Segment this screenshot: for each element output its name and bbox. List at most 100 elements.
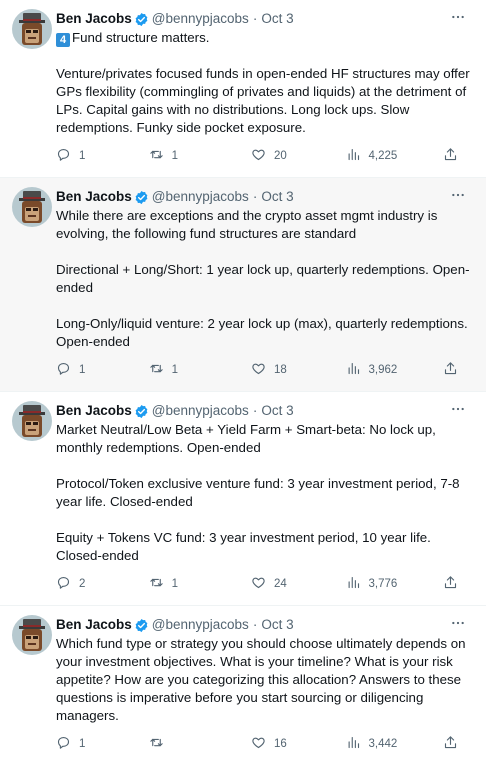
retweet-button[interactable] (149, 735, 251, 753)
retweet-button[interactable]: 1 (149, 575, 251, 593)
tweet-paragraph: Market Neutral/Low Beta + Yield Farm + S… (56, 422, 436, 455)
keycap-number-badge: 4 (56, 33, 70, 47)
reply-count: 1 (79, 150, 86, 162)
reply-button[interactable]: 2 (56, 575, 149, 593)
heart-icon (251, 147, 274, 165)
tweet-text: Which fund type or strategy you should c… (56, 635, 474, 725)
more-dots-icon[interactable] (448, 614, 468, 632)
reply-count: 2 (79, 578, 86, 590)
retweet-button[interactable]: 1 (149, 361, 251, 379)
author-handle[interactable]: @bennypjacobs (152, 616, 249, 634)
views-bar-chart-icon (346, 147, 369, 165)
tweet-paragraph: Long-Only/liquid venture: 2 year lock up… (56, 316, 468, 349)
tweet-text: Market Neutral/Low Beta + Yield Farm + S… (56, 421, 474, 565)
views-bar-chart-icon (346, 735, 369, 753)
author-handle[interactable]: @bennypjacobs (152, 10, 249, 28)
verified-badge-icon (134, 404, 149, 419)
tweet-date[interactable]: Oct 3 (261, 616, 293, 634)
tweet-date[interactable]: Oct 3 (261, 188, 293, 206)
like-count: 20 (273, 150, 287, 162)
like-button[interactable]: 18 (251, 361, 346, 379)
author-name[interactable]: Ben Jacobs (56, 10, 132, 28)
reply-button[interactable]: 1 (56, 735, 149, 753)
separator-dot: · (252, 617, 258, 632)
reply-icon (56, 147, 79, 165)
tweet-header: Ben Jacobs @bennypjacobs · Oct 3 (56, 10, 474, 28)
tweet-actions: 1 16 3,442 (56, 730, 474, 765)
heart-icon (251, 361, 274, 379)
tweet-text: 4 Fund structure matters. Venture/private… (56, 29, 474, 137)
tweet-paragraph: While there are exceptions and the crypt… (56, 208, 438, 241)
tweet-date[interactable]: Oct 3 (261, 10, 293, 28)
verified-badge-icon (134, 12, 149, 27)
tweet-actions: 2 1 24 3,776 (56, 570, 474, 605)
share-button[interactable] (443, 735, 466, 753)
author-name[interactable]: Ben Jacobs (56, 402, 132, 420)
share-button[interactable] (443, 361, 466, 379)
view-count: 3,442 (368, 738, 398, 750)
views-button[interactable]: 3,776 (346, 575, 443, 593)
avatar[interactable] (12, 401, 52, 441)
more-dots-icon[interactable] (448, 400, 468, 418)
views-button[interactable]: 4,225 (346, 147, 443, 165)
more-dots-icon[interactable] (448, 8, 468, 26)
retweet-icon (149, 361, 172, 379)
tweet-paragraph: Equity + Tokens VC fund: 3 year investme… (56, 530, 431, 563)
views-bar-chart-icon (346, 361, 369, 379)
tweet-header: Ben Jacobs @bennypjacobs · Oct 3 (56, 402, 474, 420)
author-handle[interactable]: @bennypjacobs (152, 188, 249, 206)
share-icon (443, 147, 466, 165)
tweet[interactable]: Ben Jacobs @bennypjacobs · Oct 3 Market … (0, 392, 486, 606)
reply-icon (56, 575, 79, 593)
like-count: 16 (273, 738, 287, 750)
like-count: 18 (273, 364, 287, 376)
like-button[interactable]: 16 (251, 735, 346, 753)
heart-icon (251, 735, 274, 753)
tweet-text: While there are exceptions and the crypt… (56, 207, 474, 351)
like-count: 24 (273, 578, 287, 590)
share-button[interactable] (443, 575, 466, 593)
separator-dot: · (252, 11, 258, 26)
share-icon (443, 735, 466, 753)
tweet-paragraph: Protocol/Token exclusive venture fund: 3… (56, 476, 460, 509)
author-name[interactable]: Ben Jacobs (56, 188, 132, 206)
views-button[interactable]: 3,442 (346, 735, 443, 753)
avatar[interactable] (12, 615, 52, 655)
author-handle[interactable]: @bennypjacobs (152, 402, 249, 420)
tweet-paragraph: Which fund type or strategy you should c… (56, 636, 466, 723)
tweet-actions: 1 1 20 4,225 (56, 142, 474, 177)
author-name[interactable]: Ben Jacobs (56, 616, 132, 634)
like-button[interactable]: 20 (251, 147, 346, 165)
retweet-count: 1 (171, 150, 179, 162)
avatar[interactable] (12, 9, 52, 49)
tweet-actions: 1 1 18 3,962 (56, 356, 474, 391)
share-icon (443, 575, 466, 593)
tweet[interactable]: Ben Jacobs @bennypjacobs · Oct 3 Which f… (0, 606, 486, 765)
share-button[interactable] (443, 147, 466, 165)
avatar[interactable] (12, 187, 52, 227)
reply-button[interactable]: 1 (56, 147, 149, 165)
more-dots-icon[interactable] (448, 186, 468, 204)
tweet[interactable]: Ben Jacobs @bennypjacobs · Oct 3 4 Fund s… (0, 0, 486, 178)
view-count: 3,962 (368, 364, 398, 376)
tweet-paragraph: Directional + Long/Short: 1 year lock up… (56, 262, 470, 295)
reply-count: 1 (79, 738, 86, 750)
tweet-date[interactable]: Oct 3 (261, 402, 293, 420)
retweet-icon (149, 735, 172, 753)
retweet-count: 1 (171, 578, 179, 590)
tweet[interactable]: Ben Jacobs @bennypjacobs · Oct 3 While t… (0, 178, 486, 392)
reply-icon (56, 735, 79, 753)
tweet-paragraph: Venture/privates focused funds in open-e… (56, 66, 470, 135)
views-button[interactable]: 3,962 (346, 361, 443, 379)
tweet-thread: Ben Jacobs @bennypjacobs · Oct 3 4 Fund s… (0, 0, 486, 765)
view-count: 4,225 (368, 150, 398, 162)
tweet-header: Ben Jacobs @bennypjacobs · Oct 3 (56, 616, 474, 634)
like-button[interactable]: 24 (251, 575, 346, 593)
retweet-button[interactable]: 1 (149, 147, 251, 165)
reply-button[interactable]: 1 (56, 361, 149, 379)
share-icon (443, 361, 466, 379)
